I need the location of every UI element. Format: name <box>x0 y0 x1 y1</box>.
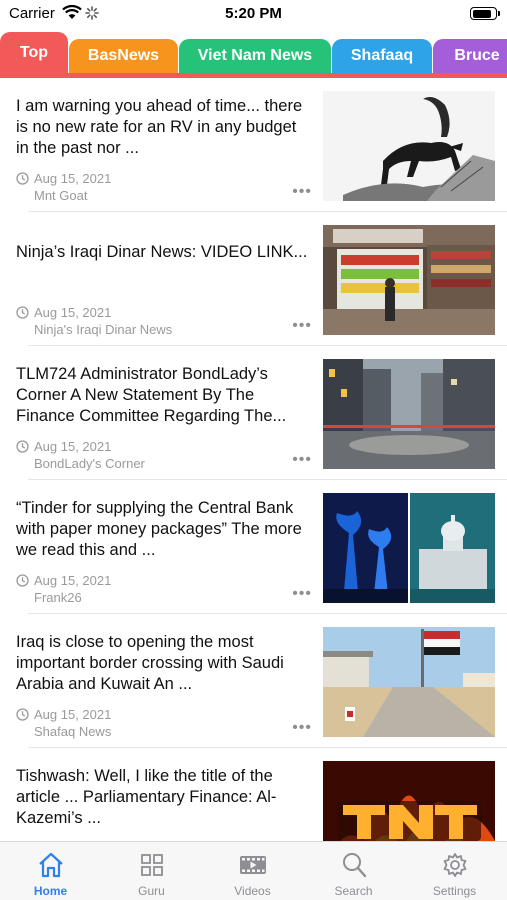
home-icon <box>39 852 63 878</box>
article-title[interactable]: Tishwash: Well, I like the title of the … <box>16 766 312 829</box>
more-options-icon[interactable]: ••• <box>292 452 312 468</box>
clock-icon <box>16 574 29 587</box>
article-row[interactable]: Ninja’s Iraqi Dinar News: VIDEO LINK... … <box>0 212 507 346</box>
article-row[interactable]: I am warning you ahead of time... there … <box>0 78 507 212</box>
film-icon <box>240 856 266 874</box>
tabbar-videos[interactable]: Videos <box>202 842 303 900</box>
thumbnail-skyline-and-capitol-photo[interactable] <box>323 493 495 603</box>
gear-icon <box>443 853 467 877</box>
article-title[interactable]: Ninja’s Iraqi Dinar News: VIDEO LINK... <box>16 242 312 263</box>
article-row[interactable]: Tishwash: Well, I like the title of the … <box>0 748 507 841</box>
article-title[interactable]: “Tinder for supplying the Central Bank w… <box>16 498 312 561</box>
thumbnail-goat-illustration[interactable] <box>323 91 495 201</box>
article-meta: Aug 15, 2021 Frank26 ••• <box>16 572 312 608</box>
article-date: Aug 15, 2021 <box>34 305 112 320</box>
more-options-icon[interactable]: ••• <box>292 184 312 200</box>
article-date: Aug 15, 2021 <box>34 573 112 588</box>
clock-icon <box>16 708 29 721</box>
grid-icon <box>141 854 163 876</box>
thumbnail-border-crossing-flag-photo[interactable] <box>323 627 495 737</box>
article-title[interactable]: I am warning you ahead of time... there … <box>16 96 312 159</box>
thumbnail-tnt-fire-logo[interactable] <box>323 761 495 841</box>
category-tabs: Top BasNews Viet Nam News Shafaaq Bruce <box>0 31 507 78</box>
article-date: Aug 15, 2021 <box>34 707 112 722</box>
status-time: 5:20 PM <box>225 5 282 22</box>
battery-level <box>472 9 492 18</box>
tab-shafaaq[interactable]: Shafaaq <box>332 39 432 73</box>
article-source: Ninja's Iraqi Dinar News <box>34 322 173 337</box>
tabbar-label: Home <box>33 884 68 898</box>
clock-icon <box>16 440 29 453</box>
article-meta: Aug 15, 2021 Shafaq News ••• <box>16 706 312 742</box>
battery-icon <box>470 7 500 20</box>
tabbar-label: Videos <box>234 884 271 898</box>
tab-label: BasNews <box>87 47 160 64</box>
status-bar: Carrier 5:20 PM <box>0 0 507 28</box>
article-source: Shafaq News <box>34 724 112 739</box>
search-icon <box>343 853 367 878</box>
bottom-tab-bar: Home Guru Videos Search Settings <box>0 841 507 900</box>
tab-bruce[interactable]: Bruce <box>433 39 507 73</box>
more-options-icon[interactable]: ••• <box>292 318 312 334</box>
article-date: Aug 15, 2021 <box>34 171 112 186</box>
tabbar-search[interactable]: Search <box>303 842 404 900</box>
article-meta: Aug 15, 2021 Ninja's Iraqi Dinar News ••… <box>16 304 312 340</box>
tab-label: Viet Nam News <box>197 47 313 64</box>
tab-viet-nam-news[interactable]: Viet Nam News <box>179 39 331 73</box>
tabbar-label: Settings <box>432 884 477 898</box>
article-source: Mnt Goat <box>34 188 88 203</box>
thumbnail-city-street-photo[interactable] <box>323 359 495 469</box>
tabbar-settings[interactable]: Settings <box>404 842 505 900</box>
tab-label: Top <box>19 43 49 61</box>
more-options-icon[interactable]: ••• <box>292 720 312 736</box>
article-source: Frank26 <box>34 590 82 605</box>
article-title[interactable]: TLM724 Administrator BondLady’s Corner A… <box>16 364 312 427</box>
article-meta: Aug 15, 2021 Mnt Goat ••• <box>16 170 312 206</box>
article-feed[interactable]: I am warning you ahead of time... there … <box>0 78 507 841</box>
tabbar-label: Search <box>334 884 373 898</box>
tab-top[interactable]: Top <box>0 32 68 73</box>
clock-icon <box>16 172 29 185</box>
tabbar-home[interactable]: Home <box>0 842 101 900</box>
article-row[interactable]: Iraq is close to opening the most import… <box>0 614 507 748</box>
article-date: Aug 15, 2021 <box>34 439 112 454</box>
article-source: BondLady's Corner <box>34 456 145 471</box>
article-title[interactable]: Iraq is close to opening the most import… <box>16 632 312 695</box>
article-meta: Aug 15, 2021 BondLady's Corner ••• <box>16 438 312 474</box>
tab-label: Bruce <box>454 47 500 64</box>
thumbnail-grocery-store-photo[interactable] <box>323 225 495 335</box>
tab-label: Shafaaq <box>350 47 414 64</box>
tab-basnews[interactable]: BasNews <box>69 39 178 73</box>
article-row[interactable]: TLM724 Administrator BondLady’s Corner A… <box>0 346 507 480</box>
clock-icon <box>16 306 29 319</box>
tabbar-guru[interactable]: Guru <box>101 842 202 900</box>
more-options-icon[interactable]: ••• <box>292 586 312 602</box>
article-row[interactable]: “Tinder for supplying the Central Bank w… <box>0 480 507 614</box>
tabbar-label: Guru <box>138 884 165 898</box>
